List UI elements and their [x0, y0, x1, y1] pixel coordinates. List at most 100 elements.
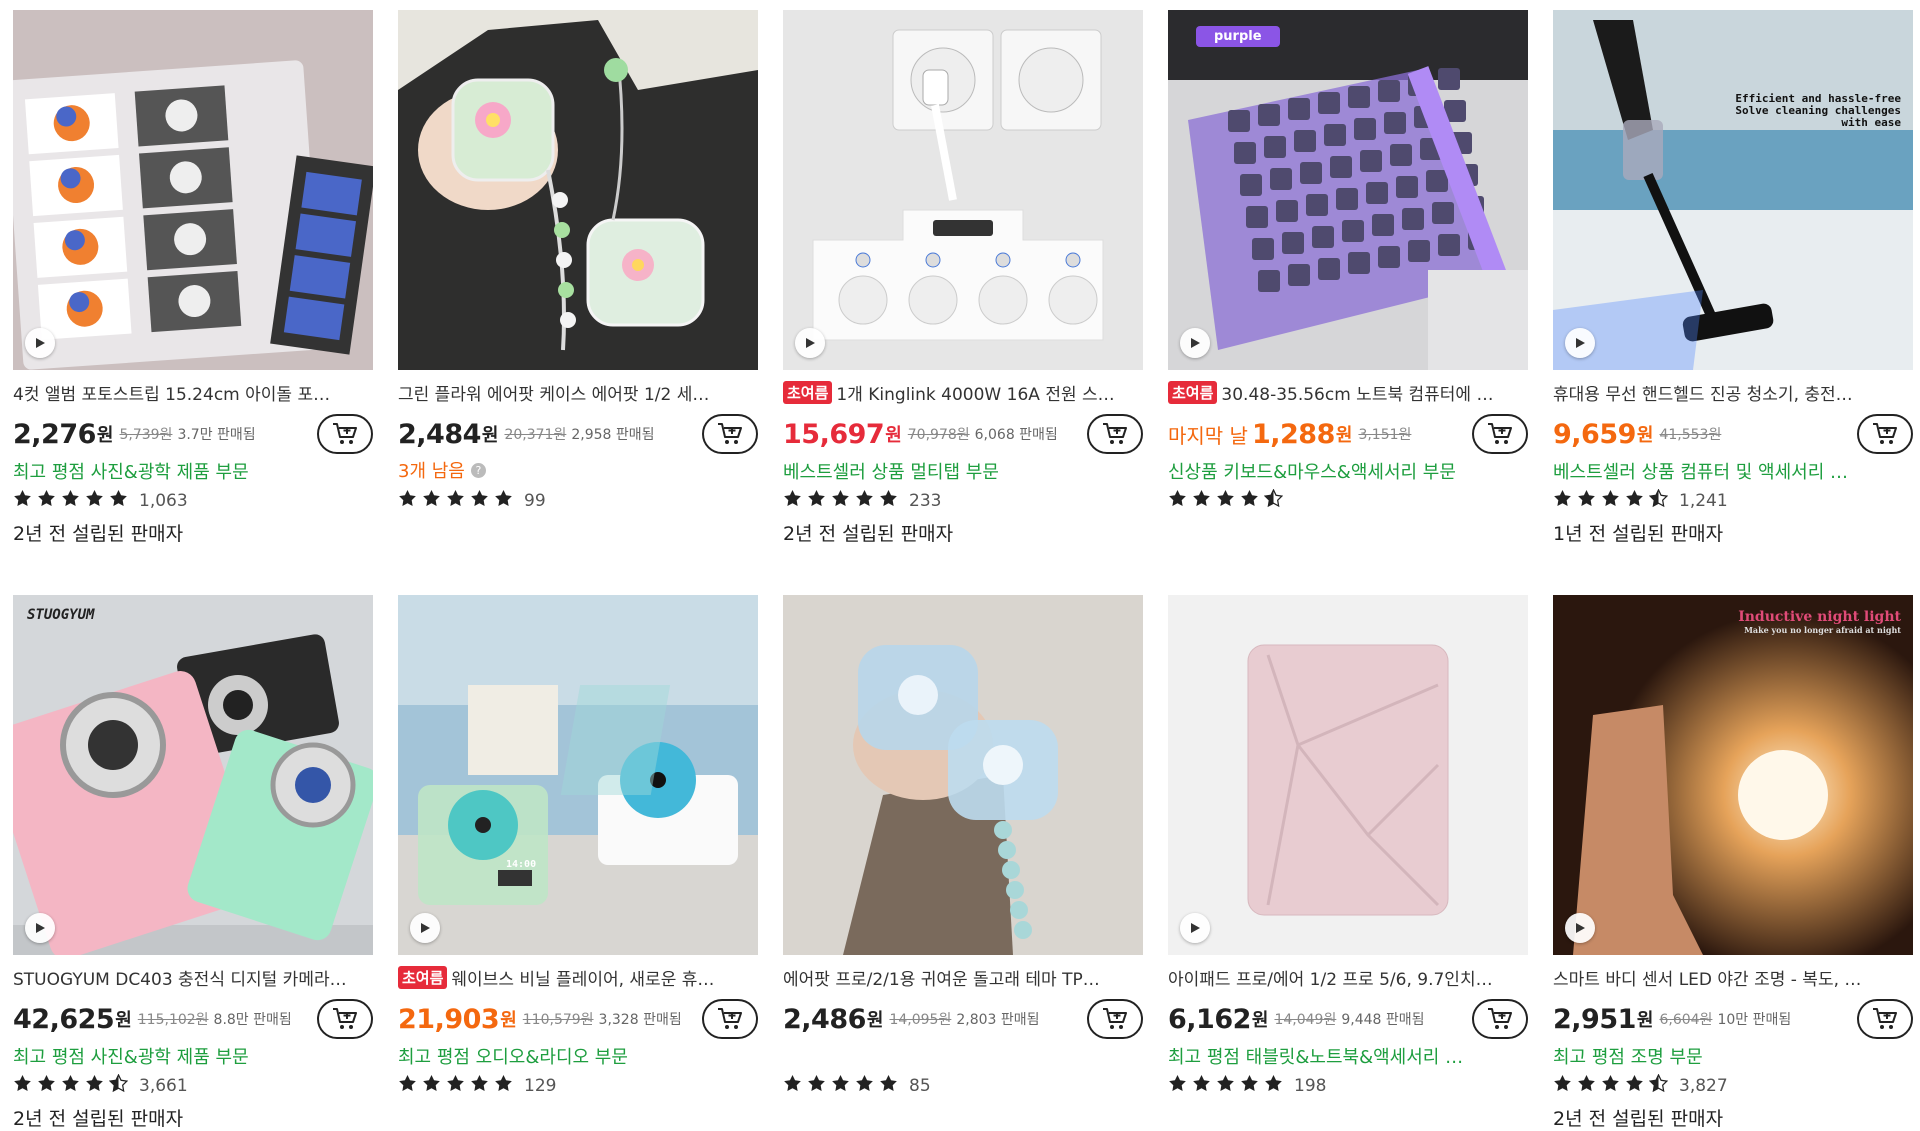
play-video-icon[interactable]: [1180, 328, 1210, 358]
product-image[interactable]: STUOGYUM: [13, 595, 373, 955]
play-video-icon[interactable]: [410, 913, 440, 943]
product-image[interactable]: Efficient and hassle-free Solve cleaning …: [1553, 10, 1913, 370]
rating[interactable]: 3,661: [13, 1073, 373, 1097]
sale-price: 2,951: [1553, 1003, 1636, 1035]
star-icon: [398, 1074, 422, 1098]
add-to-cart-button[interactable]: [702, 999, 758, 1039]
product-title[interactable]: 초여름 1개 Kinglink 4000W 16A 전원 스…: [783, 380, 1143, 404]
product-image[interactable]: [783, 595, 1143, 955]
product-title[interactable]: 4컷 앨범 포토스트립 15.24cm 아이돌 포…: [13, 380, 373, 405]
product-card[interactable]: 초여름 1개 Kinglink 4000W 16A 전원 스… 15,697 원 7…: [783, 10, 1143, 595]
add-to-cart-button[interactable]: [1472, 414, 1528, 454]
price-row: 2,951 원 6,604원 10만 판매됨: [1553, 999, 1913, 1039]
add-to-cart-button[interactable]: [1857, 999, 1913, 1039]
rating[interactable]: 198: [1168, 1074, 1528, 1098]
cart-plus-icon: [1872, 1007, 1898, 1031]
product-image[interactable]: [398, 10, 758, 370]
product-card[interactable]: 에어팟 프로/2/1용 귀여운 돌고래 테마 TP… 2,486 원 14,095…: [783, 595, 1143, 1125]
product-card[interactable]: 그린 플라워 에어팟 케이스 에어팟 1/2 세… 2,484 원 20,371원…: [398, 10, 758, 595]
product-title[interactable]: 스마트 바디 센서 LED 야간 조명 - 복도, …: [1553, 965, 1913, 990]
product-card[interactable]: 아이패드 프로/에어 1/2 프로 5/6, 9.7인치… 6,162 원 14,…: [1168, 595, 1528, 1125]
product-card[interactable]: STUOGYUM STUOGYUM DC403 충전식 디지털 카메라… 42,…: [13, 595, 373, 1131]
price-row: 2,276 원 5,739원 3.7만 판매됨: [13, 414, 373, 454]
category-rank[interactable]: 최고 평점 사진&광학 제품 부문: [13, 458, 373, 482]
play-video-icon[interactable]: [1565, 913, 1595, 943]
star-icon: [494, 1074, 518, 1098]
rating[interactable]: [1168, 488, 1528, 513]
sale-price: 2,484: [398, 418, 481, 450]
product-image[interactable]: [1168, 595, 1528, 955]
star-icon: [470, 1074, 494, 1098]
star-rating: [783, 1074, 903, 1098]
image-caption: with ease: [1841, 116, 1901, 129]
product-card[interactable]: purple 초여름 30.48-35.56cm 노트북 컴퓨터에 … 마지막 날…: [1168, 10, 1528, 595]
category-rank[interactable]: 최고 평점 사진&광학 제품 부문: [13, 1043, 373, 1067]
product-title[interactable]: 아이패드 프로/에어 1/2 프로 5/6, 9.7인치…: [1168, 965, 1528, 990]
product-title[interactable]: STUOGYUM DC403 충전식 디지털 카메라…: [13, 965, 373, 990]
product-title[interactable]: 그린 플라워 에어팟 케이스 에어팟 1/2 세…: [398, 380, 758, 405]
category-rank[interactable]: 최고 평점 조명 부문: [1553, 1043, 1913, 1067]
category-rank[interactable]: 베스트셀러 상품 멀티탭 부문: [783, 458, 1143, 482]
product-card[interactable]: Efficient and hassle-free Solve cleaning …: [1553, 10, 1913, 595]
currency-label: 원: [1636, 1010, 1654, 1031]
sale-price: 2,276: [13, 418, 96, 450]
play-video-icon[interactable]: [1565, 328, 1595, 358]
product-image[interactable]: 14:00: [398, 595, 758, 955]
rating[interactable]: 233: [783, 489, 1143, 513]
rating[interactable]: 3,827: [1553, 1073, 1913, 1098]
add-to-cart-button[interactable]: [317, 999, 373, 1039]
product-image[interactable]: [783, 10, 1143, 370]
original-price: 14,049원: [1274, 1012, 1337, 1028]
add-to-cart-button[interactable]: [1087, 414, 1143, 454]
play-video-icon[interactable]: [25, 328, 55, 358]
rating[interactable]: 1,063: [13, 489, 373, 513]
image-caption: Make you no longer afraid at night: [1744, 625, 1901, 635]
star-icon: [855, 489, 879, 513]
category-empty: [783, 1043, 1143, 1067]
sale-price: 6,162: [1168, 1003, 1251, 1035]
play-video-icon[interactable]: [1180, 913, 1210, 943]
product-card[interactable]: Inductive night light Make you no longer …: [1553, 595, 1913, 1131]
star-rating: [1168, 488, 1288, 513]
star-icon: [494, 489, 518, 513]
star-icon: [85, 489, 109, 513]
star-icon: [1553, 1074, 1577, 1098]
product-card[interactable]: 4컷 앨범 포토스트립 15.24cm 아이돌 포… 2,276 원 5,739원…: [13, 10, 373, 595]
rating[interactable]: 1,241: [1553, 488, 1913, 513]
product-title[interactable]: 초여름 웨이브스 비닐 플레이어, 새로운 휴…: [398, 965, 758, 989]
rating[interactable]: 85: [783, 1074, 1143, 1098]
product-title[interactable]: 초여름 30.48-35.56cm 노트북 컴퓨터에 …: [1168, 380, 1528, 404]
product-card[interactable]: 14:00 초여름 웨이브스 비닐 플레이어, 새로운 휴… 21,903 원 11…: [398, 595, 758, 1125]
add-to-cart-button[interactable]: [1857, 414, 1913, 454]
add-to-cart-button[interactable]: [317, 414, 373, 454]
review-count: 129: [524, 1076, 557, 1096]
star-icon: [879, 489, 903, 513]
rating[interactable]: 129: [398, 1074, 758, 1098]
category-rank[interactable]: 신상품 키보드&마우스&액세서리 부문: [1168, 458, 1528, 482]
add-to-cart-button[interactable]: [702, 414, 758, 454]
currency-label: 원: [866, 1010, 884, 1031]
category-rank[interactable]: 베스트셀러 상품 컴퓨터 및 액세서리 …: [1553, 458, 1913, 482]
product-title[interactable]: 에어팟 프로/2/1용 귀여운 돌고래 테마 TP…: [783, 965, 1143, 990]
add-to-cart-button[interactable]: [1087, 999, 1143, 1039]
play-video-icon[interactable]: [25, 913, 55, 943]
original-price: 110,579원: [522, 1012, 594, 1028]
play-video-icon[interactable]: [795, 328, 825, 358]
category-rank[interactable]: 최고 평점 오디오&라디오 부문: [398, 1043, 758, 1067]
product-image[interactable]: Inductive night light Make you no longer …: [1553, 595, 1913, 955]
star-icon: [1192, 1074, 1216, 1098]
product-grid: 4컷 앨범 포토스트립 15.24cm 아이돌 포… 2,276 원 5,739원…: [13, 10, 1913, 1131]
cart-plus-icon: [1487, 422, 1513, 446]
star-icon: [37, 489, 61, 513]
star-icon: [1240, 489, 1264, 513]
product-image[interactable]: purple: [1168, 10, 1528, 370]
help-icon[interactable]: ?: [470, 462, 486, 478]
product-image[interactable]: [13, 10, 373, 370]
star-icon: [1553, 489, 1577, 513]
category-rank[interactable]: 최고 평점 태블릿&노트북&액세서리 …: [1168, 1043, 1528, 1067]
add-to-cart-button[interactable]: [1472, 999, 1528, 1039]
product-title[interactable]: 휴대용 무선 핸드헬드 진공 청소기, 충전…: [1553, 380, 1913, 405]
rating[interactable]: 99: [398, 489, 758, 513]
star-icon: [1168, 489, 1192, 513]
image-display-text: 14:00: [506, 859, 537, 870]
